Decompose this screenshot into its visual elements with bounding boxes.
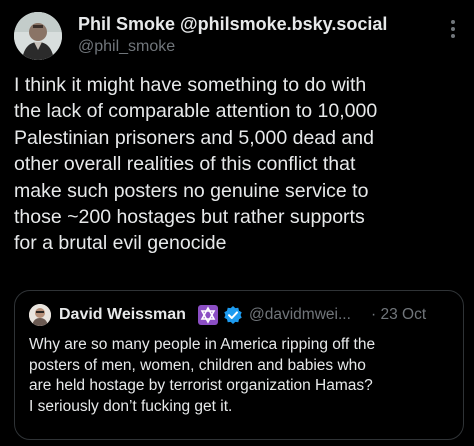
post-header: Phil Smoke @philsmoke.bsky.social @phil_… <box>14 10 464 64</box>
post-text-line: the lack of comparable attention to 10,0… <box>14 100 378 123</box>
quoted-post-text: Why are so many people in America rippin… <box>29 335 459 417</box>
author-bsky-handle[interactable]: @philsmoke.bsky.social <box>180 14 387 34</box>
post-text-line: other overall realities of this conflict… <box>14 153 356 176</box>
post-text-line: I think it might have something to do wi… <box>14 74 367 96</box>
ellipsis-vertical-icon <box>451 20 455 38</box>
verified-badge-icon <box>223 305 243 325</box>
quoted-text-line: I seriously don’t fucking get it. <box>29 397 233 415</box>
post-text-line: those ~200 hostages but rather supports <box>14 206 365 229</box>
quoted-text-line: Why are so many people in America rippin… <box>29 336 376 353</box>
quoted-post-header: David Weissman @davidmwei... · 23 Oct <box>29 304 453 328</box>
author-avatar[interactable] <box>14 12 62 60</box>
quoted-author-avatar[interactable] <box>29 304 51 326</box>
author-display-name[interactable]: Phil Smoke <box>78 14 175 34</box>
timestamp-separator: · <box>371 306 377 323</box>
quoted-author-name[interactable]: David Weissman <box>59 304 186 326</box>
post-text: I think it might have something to do wi… <box>14 72 466 257</box>
quoted-text-line: are held hostage by terrorist organizati… <box>29 377 373 394</box>
post: Phil Smoke @philsmoke.bsky.social @phil_… <box>0 0 474 446</box>
author-username[interactable]: @phil_smoke <box>78 36 428 58</box>
star-of-david-icon <box>198 305 218 325</box>
post-text-line: for a brutal evil genocide <box>14 232 227 255</box>
quoted-author-handle[interactable]: @davidmwei... <box>249 304 351 326</box>
author-display-line[interactable]: Phil Smoke @philsmoke.bsky.social <box>78 13 428 35</box>
timestamp-value[interactable]: 23 Oct <box>380 306 426 323</box>
quoted-text-line: posters of men, women, children and babi… <box>29 356 366 374</box>
quoted-post-card[interactable]: David Weissman @davidmwei... · 23 Oct Wh… <box>14 290 464 440</box>
post-text-line: Palestinian prisoners and 5,000 dead and <box>14 126 374 149</box>
post-text-line: make such posters no genuine service to <box>14 179 369 202</box>
quoted-post-timestamp[interactable]: · 23 Oct <box>371 304 426 326</box>
more-options-button[interactable] <box>442 18 464 40</box>
author-name-block: Phil Smoke @philsmoke.bsky.social @phil_… <box>78 13 428 58</box>
